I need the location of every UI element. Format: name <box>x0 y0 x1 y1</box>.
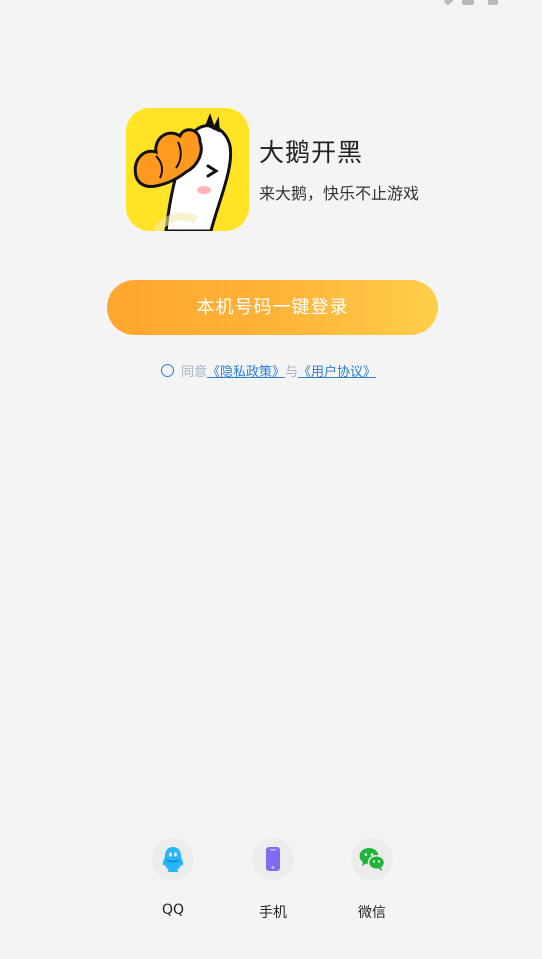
wechat-login-button[interactable]: 微信 <box>332 838 412 922</box>
qq-icon-circle[interactable] <box>152 838 194 880</box>
wechat-icon <box>359 848 386 871</box>
phone-login-button[interactable]: 手机 <box>233 838 313 922</box>
user-agreement-link[interactable]: 《用户协议》 <box>298 361 376 380</box>
agree-checkbox[interactable] <box>161 363 174 377</box>
wechat-label: 微信 <box>358 905 386 921</box>
wechat-icon-circle[interactable] <box>351 838 393 880</box>
signal-icon <box>443 0 455 6</box>
agreement-row: 同意 《隐私政策》 与 《用户协议》 <box>161 360 376 380</box>
app-logo <box>126 108 249 231</box>
app-title: 大鹅开黑 <box>259 138 364 167</box>
app-subtitle: 来大鹅，快乐不止游戏 <box>259 184 420 203</box>
battery-icon <box>488 0 498 5</box>
qq-login-button[interactable]: QQ <box>133 838 213 918</box>
privacy-policy-link[interactable]: 《隐私政策》 <box>207 361 285 380</box>
status-bar <box>402 0 542 6</box>
phone-icon <box>266 847 280 871</box>
goose-icon <box>126 108 249 231</box>
qq-label: QQ <box>161 902 185 918</box>
agreement-joiner: 与 <box>285 364 299 380</box>
agreement-prefix: 同意 <box>181 364 208 380</box>
one-click-login-button[interactable]: 本机号码一键登录 <box>107 280 438 335</box>
notification-icon <box>462 0 474 5</box>
phone-label: 手机 <box>259 905 287 921</box>
phone-icon-circle[interactable] <box>252 838 294 880</box>
qq-icon <box>162 847 184 872</box>
